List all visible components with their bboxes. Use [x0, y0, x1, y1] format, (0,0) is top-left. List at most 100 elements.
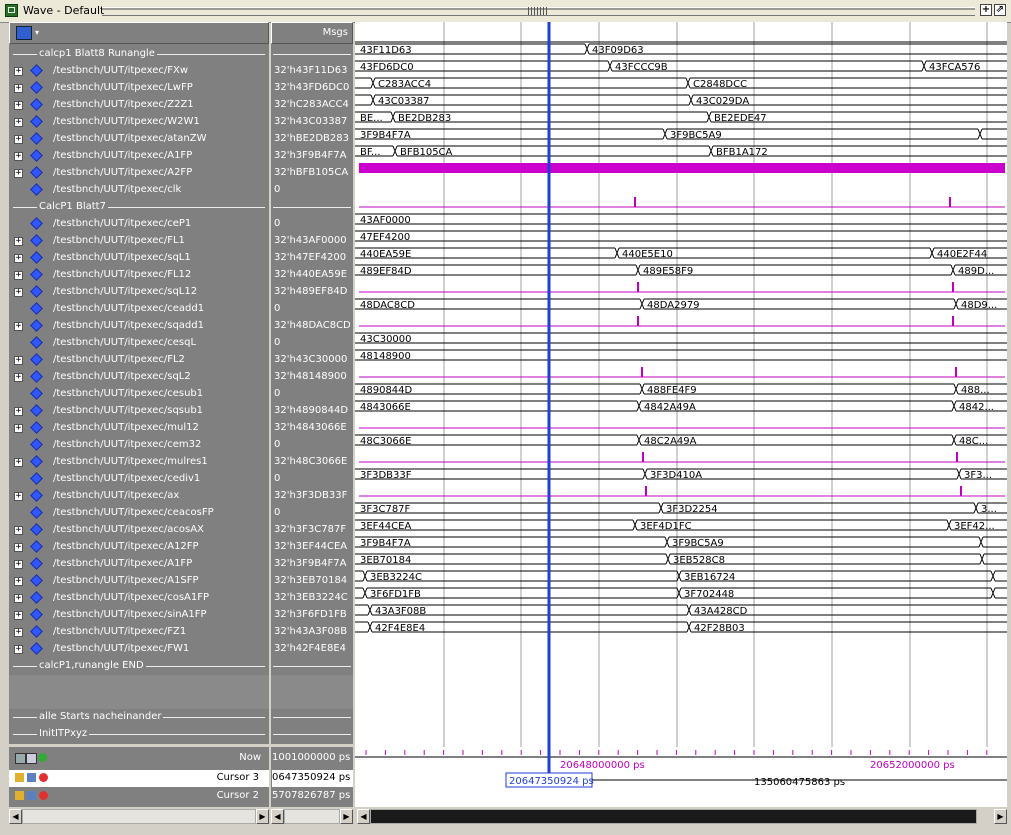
- signal-row[interactable]: + /testbnch/UUT/itpexec/W2W1: [9, 114, 269, 131]
- signal-row[interactable]: + /testbnch/UUT/itpexec/A1SFP: [9, 573, 269, 590]
- signal-row[interactable]: /testbnch/UUT/itpexec/cesub1: [9, 386, 269, 403]
- expand-plus-icon[interactable]: +: [14, 492, 23, 501]
- cursor3-row[interactable]: Cursor 3: [9, 770, 269, 787]
- wave-row[interactable]: 3EF44CEA 3EF4D1FC 3EF42...: [355, 519, 1007, 532]
- expand-plus-icon[interactable]: +: [14, 594, 23, 603]
- wave-row[interactable]: 489EF84D 489E58F9 489D...: [355, 264, 1007, 277]
- signal-row[interactable]: /testbnch/UUT/itpexec/clk: [9, 182, 269, 199]
- expand-plus-icon[interactable]: +: [14, 288, 23, 297]
- divider-row[interactable]: calcP1,runangle END: [9, 658, 269, 675]
- signal-row[interactable]: + /testbnch/UUT/itpexec/sqadd1: [9, 318, 269, 335]
- expand-plus-icon[interactable]: +: [14, 543, 23, 552]
- wave-row[interactable]: 43FD6DC0 43FCCC9B 43FCA576: [355, 60, 1007, 73]
- signal-row[interactable]: + /testbnch/UUT/itpexec/FL1: [9, 233, 269, 250]
- signal-row[interactable]: + /testbnch/UUT/itpexec/FZ1: [9, 624, 269, 641]
- add-cursor-icon[interactable]: [15, 753, 26, 764]
- expand-plus-icon[interactable]: +: [14, 526, 23, 535]
- wave-row[interactable]: 47EF4200: [355, 230, 1007, 243]
- expand-plus-icon[interactable]: +: [14, 356, 23, 365]
- expand-plus-icon[interactable]: +: [14, 169, 23, 178]
- wave-row[interactable]: 42F4E8E4 42F28B03: [355, 621, 1007, 634]
- wave-row[interactable]: [359, 486, 1005, 497]
- wave-row[interactable]: BE... BE2DB283 BE2EDE47: [355, 111, 1007, 124]
- wave-row[interactable]: 43F11D63 43F09D63: [355, 43, 1007, 56]
- expand-plus-icon[interactable]: +: [14, 101, 23, 110]
- wave-row[interactable]: 3F6FD1FB 3F702448: [355, 587, 1007, 600]
- signal-row[interactable]: /testbnch/UUT/itpexec/cem32: [9, 437, 269, 454]
- signal-row[interactable]: + /testbnch/UUT/itpexec/mul12: [9, 420, 269, 437]
- signal-row[interactable]: + /testbnch/UUT/itpexec/FW1: [9, 641, 269, 658]
- cursor2-row[interactable]: Cursor 2: [13, 788, 265, 805]
- wave-row[interactable]: 43A3F08B 43A428CD: [355, 604, 1007, 617]
- remove-cursor-icon[interactable]: [39, 791, 48, 800]
- wave-row[interactable]: 48C3066E 48C2A49A 48C...: [355, 434, 1007, 447]
- wave-row[interactable]: [359, 163, 1005, 173]
- undock-icon[interactable]: ⇗: [994, 4, 1006, 16]
- wave-row[interactable]: [359, 367, 1005, 378]
- expand-plus-icon[interactable]: +: [14, 373, 23, 382]
- signal-row[interactable]: + /testbnch/UUT/itpexec/atanZW: [9, 131, 269, 148]
- expand-plus-icon[interactable]: +: [14, 577, 23, 586]
- expand-plus-icon[interactable]: +: [14, 271, 23, 280]
- signal-row[interactable]: /testbnch/UUT/itpexec/ceacosFP: [9, 505, 269, 522]
- wave-row[interactable]: 3EB3224C 3EB16724: [355, 570, 1007, 583]
- expand-plus-icon[interactable]: +: [14, 135, 23, 144]
- pin-icon[interactable]: [27, 791, 36, 800]
- divider-row[interactable]: [9, 692, 269, 709]
- wave-scroll-left-button[interactable]: ◀: [357, 809, 370, 824]
- wave-row[interactable]: C283ACC4 C2848DCC: [355, 77, 1007, 90]
- wave-row[interactable]: 440EA59E 440E5E10 440E2F44: [355, 247, 1007, 260]
- signal-row[interactable]: + /testbnch/UUT/itpexec/sqL12: [9, 284, 269, 301]
- divider-row[interactable]: alle Starts nacheinander: [9, 709, 269, 726]
- signal-row[interactable]: + /testbnch/UUT/itpexec/sqL2: [9, 369, 269, 386]
- wave-row[interactable]: BF... BFB105CA BFB1A172: [355, 145, 1007, 158]
- wave-row[interactable]: 3F9B4F7A 3F9BC5A9: [355, 536, 1007, 549]
- divider-row[interactable]: CalcP1 Blatt7: [9, 199, 269, 216]
- wave-row[interactable]: 43C30000: [355, 332, 1007, 345]
- expand-plus-icon[interactable]: +: [14, 322, 23, 331]
- cursor3-value[interactable]: 0647350924 ps: [272, 770, 353, 787]
- signal-row[interactable]: + /testbnch/UUT/itpexec/mulres1: [9, 454, 269, 471]
- waveform-canvas[interactable]: 43F11D63 43F09D63 43FD6DC0 43FCCC9B 43FCA576…: [355, 22, 1007, 747]
- divider-row[interactable]: InitITPxyz: [9, 726, 269, 743]
- signal-row[interactable]: + /testbnch/UUT/itpexec/sqsub1: [9, 403, 269, 420]
- signal-row[interactable]: + /testbnch/UUT/itpexec/ax: [9, 488, 269, 505]
- expand-plus-icon[interactable]: +: [14, 407, 23, 416]
- wave-row[interactable]: [359, 316, 1005, 327]
- signal-row[interactable]: + /testbnch/UUT/itpexec/acosAX: [9, 522, 269, 539]
- wave-row[interactable]: 43AF0000: [355, 213, 1007, 226]
- time-axis[interactable]: 20648000000 ps 20652000000 ps 2064735092…: [355, 747, 1007, 807]
- signal-row[interactable]: + /testbnch/UUT/itpexec/sqL1: [9, 250, 269, 267]
- signal-row[interactable]: + /testbnch/UUT/itpexec/FL12: [9, 267, 269, 284]
- wave-scroll-track[interactable]: [370, 809, 977, 824]
- names-scroll-right-button[interactable]: ▶: [256, 809, 269, 824]
- signal-row[interactable]: + /testbnch/UUT/itpexec/LwFP: [9, 80, 269, 97]
- wave-row[interactable]: 4843066E 4842A49A 4842...: [355, 400, 1007, 413]
- wave-tool-icon[interactable]: [16, 26, 32, 40]
- signal-row[interactable]: /testbnch/UUT/itpexec/ceadd1: [9, 301, 269, 318]
- zoom-in-button[interactable]: +: [980, 4, 992, 16]
- expand-plus-icon[interactable]: +: [14, 458, 23, 467]
- wave-row[interactable]: 4890844D 488FE4F9 488...: [355, 383, 1007, 396]
- expand-plus-icon[interactable]: +: [14, 237, 23, 246]
- expand-plus-icon[interactable]: +: [14, 645, 23, 654]
- wave-row[interactable]: 3F3C787F 3F3D2254 3...: [355, 502, 1007, 515]
- signal-row[interactable]: + /testbnch/UUT/itpexec/A1FP: [9, 148, 269, 165]
- signal-row[interactable]: /testbnch/UUT/itpexec/cediv1: [9, 471, 269, 488]
- wave-row[interactable]: 48DAC8CD 48DA2979 48D9...: [355, 298, 1007, 311]
- time-axis-svg[interactable]: 20648000000 ps 20652000000 ps 2064735092…: [355, 747, 1007, 807]
- names-scroll-track[interactable]: [22, 809, 256, 824]
- pin-icon[interactable]: [27, 773, 36, 782]
- wave-row[interactable]: 3F3DB33F 3F3D410A 3F3...: [355, 468, 1007, 481]
- expand-plus-icon[interactable]: +: [14, 611, 23, 620]
- wave-row[interactable]: 3F9B4F7A 3F9BC5A9: [355, 128, 1007, 141]
- signal-row[interactable]: + /testbnch/UUT/itpexec/A2FP: [9, 165, 269, 182]
- signal-row[interactable]: /testbnch/UUT/itpexec/cesqL: [9, 335, 269, 352]
- plus-circle-icon[interactable]: [38, 753, 47, 762]
- signal-row[interactable]: + /testbnch/UUT/itpexec/FL2: [9, 352, 269, 369]
- values-scroll-track[interactable]: [284, 809, 340, 824]
- values-scroll-left-button[interactable]: ◀: [271, 809, 284, 824]
- divider-row[interactable]: calcp1 Blatt8 Runangle: [9, 46, 269, 63]
- expand-plus-icon[interactable]: +: [14, 152, 23, 161]
- expand-plus-icon[interactable]: +: [14, 424, 23, 433]
